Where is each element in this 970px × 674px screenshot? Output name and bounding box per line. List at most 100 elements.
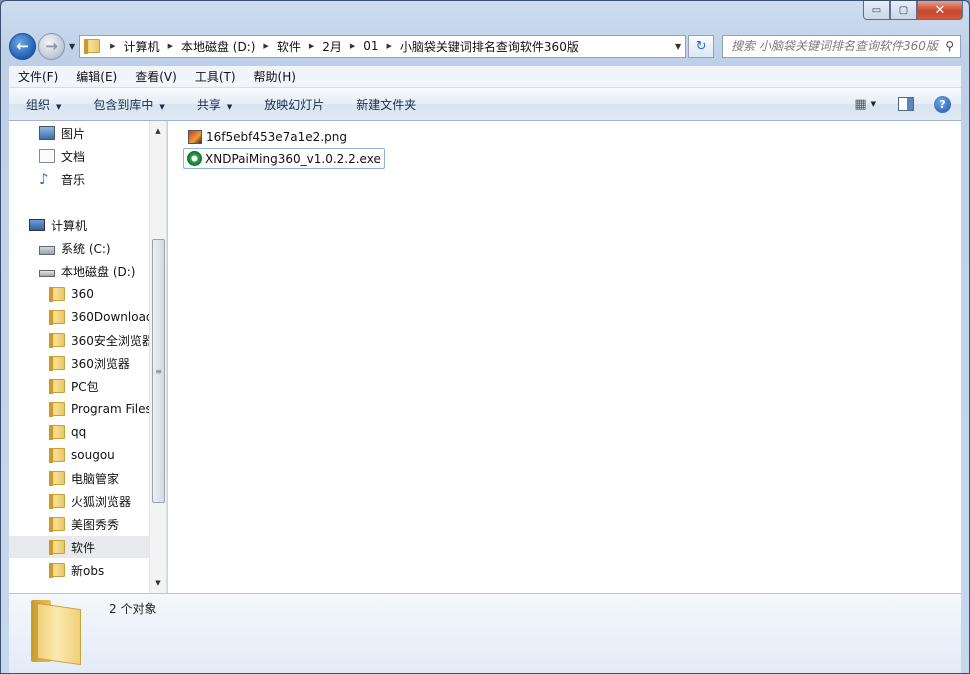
nav-item-label: 360 bbox=[71, 287, 94, 301]
recent-pages-dropdown[interactable]: ▼ bbox=[69, 42, 75, 51]
nav-item-label: 火狐浏览器 bbox=[71, 494, 132, 509]
chevron-right-icon[interactable]: ▶ bbox=[168, 42, 173, 50]
menu-edit[interactable]: 编辑(E) bbox=[67, 68, 126, 85]
forward-button[interactable]: → bbox=[38, 32, 65, 60]
nav-item-folder-program-files[interactable]: Program Files bbox=[9, 398, 150, 420]
search-icon[interactable]: ⚲ bbox=[945, 39, 954, 53]
folder-icon bbox=[49, 333, 65, 348]
chevron-down-icon[interactable]: ▼ bbox=[675, 42, 681, 51]
nav-item-folder-360[interactable]: 360 bbox=[9, 283, 150, 305]
breadcrumb-february[interactable]: 2月 bbox=[322, 38, 342, 55]
organize-label: 组织 bbox=[26, 97, 51, 112]
address-row: ← → ▼ ▶ 计算机 ▶ 本地磁盘 (D:) ▶ 软件 ▶ 2月 ▶ 01 ▶… bbox=[9, 31, 961, 61]
scrollbar-thumb[interactable]: ≡ bbox=[152, 239, 165, 503]
menu-help[interactable]: 帮助(H) bbox=[245, 68, 305, 85]
refresh-icon: ↻ bbox=[695, 38, 707, 54]
nav-item-folder-360-safe-browser[interactable]: 360安全浏览器 bbox=[9, 329, 150, 351]
music-icon: ♪ bbox=[39, 170, 49, 188]
help-icon[interactable]: ? bbox=[934, 95, 951, 113]
breadcrumb-computer[interactable]: 计算机 bbox=[124, 38, 160, 55]
folder-icon bbox=[49, 402, 65, 417]
nav-item-folder-software[interactable]: 软件 bbox=[9, 536, 150, 558]
nav-item-folder-360-browser[interactable]: 360浏览器 bbox=[9, 352, 150, 374]
file-name: 16f5ebf453e7a1e2.png bbox=[206, 129, 347, 144]
new-folder-button[interactable]: 新建文件夹 bbox=[339, 96, 431, 113]
breadcrumb-01[interactable]: 01 bbox=[363, 39, 378, 53]
close-button[interactable]: ✕ bbox=[917, 1, 963, 20]
computer-icon bbox=[29, 219, 45, 231]
share-label: 共享 bbox=[196, 97, 221, 112]
folder-icon bbox=[84, 39, 101, 54]
pictures-icon bbox=[39, 126, 55, 140]
arrow-left-icon: ← bbox=[16, 37, 29, 55]
exe-file-icon bbox=[187, 151, 202, 166]
nav-item-folder-pc-manager[interactable]: 电脑管家 bbox=[9, 467, 150, 489]
caption-buttons: ▭ ▢ ✕ bbox=[863, 1, 963, 20]
nav-item-folder-pc-bao[interactable]: PC包 bbox=[9, 375, 150, 397]
breadcrumb-software[interactable]: 软件 bbox=[277, 38, 301, 55]
nav-item-label: qq bbox=[71, 425, 87, 439]
include-in-library-button[interactable]: 包含到库中 ▼ bbox=[76, 96, 179, 113]
slideshow-button[interactable]: 放映幻灯片 bbox=[247, 96, 339, 113]
menu-file[interactable]: 文件(F) bbox=[9, 68, 67, 85]
menu-bar: 文件(F) 编辑(E) 查看(V) 工具(T) 帮助(H) bbox=[9, 66, 961, 88]
explorer-window: ▭ ▢ ✕ ← → ▼ ▶ 计算机 ▶ 本地磁盘 (D:) ▶ 软件 ▶ 2月 … bbox=[0, 0, 970, 674]
nav-item-pictures[interactable]: 图片 bbox=[9, 122, 150, 144]
nav-scrollbar[interactable]: ▲ ≡ ▼ bbox=[149, 121, 166, 593]
command-bar-right: ▦ ▼ ? bbox=[854, 95, 961, 113]
breadcrumb-drive-d[interactable]: 本地磁盘 (D:) bbox=[181, 38, 255, 55]
search-input[interactable] bbox=[731, 39, 960, 53]
scroll-up-icon[interactable]: ▲ bbox=[150, 123, 166, 139]
chevron-down-icon: ▼ bbox=[159, 102, 165, 111]
address-bar[interactable]: ▶ 计算机 ▶ 本地磁盘 (D:) ▶ 软件 ▶ 2月 ▶ 01 ▶ 小脑袋关键… bbox=[79, 34, 687, 58]
chevron-right-icon[interactable]: ▶ bbox=[309, 42, 314, 50]
folder-icon bbox=[49, 471, 65, 486]
folder-icon bbox=[49, 379, 65, 394]
share-button[interactable]: 共享 ▼ bbox=[180, 96, 247, 113]
nav-item-label: 美图秀秀 bbox=[71, 517, 120, 532]
nav-item-computer[interactable]: 计算机 bbox=[9, 214, 150, 236]
folder-icon bbox=[49, 563, 65, 578]
chevron-down-icon: ▼ bbox=[56, 102, 62, 111]
nav-item-folder-qq[interactable]: qq bbox=[9, 421, 150, 443]
menu-tools[interactable]: 工具(T) bbox=[186, 68, 245, 85]
chevron-down-icon[interactable]: ▼ bbox=[871, 100, 876, 108]
nav-item-label: 音乐 bbox=[61, 172, 86, 187]
nav-item-music[interactable]: ♪ 音乐 bbox=[9, 168, 150, 190]
view-options-icon[interactable]: ▦ bbox=[854, 97, 866, 112]
minimize-button[interactable]: ▭ bbox=[863, 1, 890, 20]
back-button[interactable]: ← bbox=[9, 32, 36, 60]
folder-icon bbox=[31, 600, 83, 666]
chevron-right-icon[interactable]: ▶ bbox=[263, 42, 268, 50]
nav-item-label: 本地磁盘 (D:) bbox=[61, 264, 136, 279]
refresh-button[interactable]: ↻ bbox=[688, 34, 715, 58]
nav-item-label: Program Files bbox=[71, 402, 150, 416]
nav-item-documents[interactable]: 文档 bbox=[9, 145, 150, 167]
nav-item-folder-firefox[interactable]: 火狐浏览器 bbox=[9, 490, 150, 512]
menu-view[interactable]: 查看(V) bbox=[126, 68, 186, 85]
chevron-right-icon[interactable]: ▶ bbox=[110, 42, 115, 50]
nav-item-label: 计算机 bbox=[51, 218, 88, 233]
preview-pane-icon[interactable] bbox=[898, 97, 914, 111]
file-list-pane[interactable]: 16f5ebf453e7a1e2.png XNDPaiMing360_v1.0.… bbox=[168, 121, 961, 593]
search-box[interactable]: ⚲ bbox=[722, 34, 961, 58]
nav-item-folder-new-obs[interactable]: 新obs bbox=[9, 559, 150, 581]
organize-button[interactable]: 组织 ▼ bbox=[9, 96, 76, 113]
nav-item-drive-c[interactable]: 系统 (C:) bbox=[9, 237, 150, 259]
folder-icon bbox=[49, 517, 65, 532]
folder-icon bbox=[49, 425, 65, 440]
file-item-exe[interactable]: XNDPaiMing360_v1.0.2.2.exe bbox=[183, 148, 385, 169]
nav-item-folder-360download[interactable]: 360Download bbox=[9, 306, 150, 328]
nav-item-label: 图片 bbox=[61, 126, 86, 141]
nav-item-folder-sougou[interactable]: sougou bbox=[9, 444, 150, 466]
chevron-right-icon[interactable]: ▶ bbox=[387, 42, 392, 50]
file-item-png[interactable]: 16f5ebf453e7a1e2.png bbox=[185, 126, 350, 147]
chevron-right-icon[interactable]: ▶ bbox=[350, 42, 355, 50]
breadcrumb-current-folder[interactable]: 小脑袋关键词排名查询软件360版 bbox=[400, 38, 579, 55]
maximize-button[interactable]: ▢ bbox=[890, 1, 917, 20]
drive-d-icon bbox=[39, 270, 55, 277]
folder-icon bbox=[49, 356, 65, 371]
scroll-down-icon[interactable]: ▼ bbox=[150, 575, 166, 591]
nav-item-folder-meitu[interactable]: 美图秀秀 bbox=[9, 513, 150, 535]
nav-item-drive-d[interactable]: 本地磁盘 (D:) bbox=[9, 260, 150, 282]
